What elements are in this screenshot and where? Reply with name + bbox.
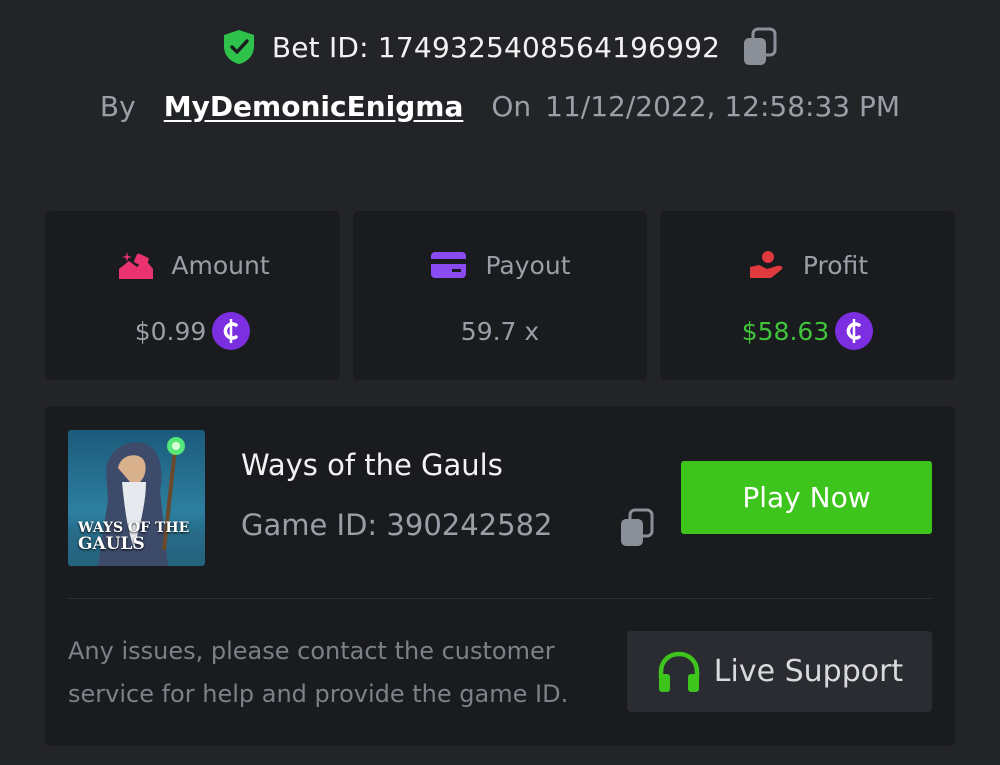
profit-value: $58.63 xyxy=(741,316,830,346)
play-now-button[interactable]: Play Now xyxy=(681,461,932,534)
payout-card: Payout 59.7 x xyxy=(353,211,647,380)
profit-card: Profit $58.63 xyxy=(660,211,955,380)
copy-game-id-button[interactable] xyxy=(619,508,655,548)
coin-icon xyxy=(835,312,874,350)
amount-card: Amount $0.99 xyxy=(45,211,340,380)
profit-label: Profit xyxy=(802,250,869,280)
copy-bet-id-button[interactable] xyxy=(742,27,778,67)
author-row: By MyDemonicEnigma On 11/12/2022, 12:58:… xyxy=(0,86,1000,126)
on-label: On xyxy=(491,89,532,123)
amount-label: Amount xyxy=(171,250,270,280)
game-id: Game ID: 390242582 xyxy=(241,508,553,542)
shield-check-icon xyxy=(222,29,256,65)
amount-value: $0.99 xyxy=(134,316,207,346)
copy-icon xyxy=(744,27,777,65)
coin-icon xyxy=(212,312,251,350)
card-icon xyxy=(429,249,469,281)
headphones-icon xyxy=(656,650,702,694)
copy-icon xyxy=(621,508,654,546)
game-thumbnail[interactable]: WAYS OF THE GAULS xyxy=(68,430,205,566)
game-panel: WAYS OF THE GAULS Ways of the Gauls Game… xyxy=(45,406,955,746)
live-support-label: Live Support xyxy=(713,654,904,689)
divider xyxy=(68,598,932,599)
amount-icon xyxy=(115,249,155,281)
bet-id-row: Bet ID: 1749325408564196992 xyxy=(0,26,1000,68)
username-link[interactable]: MyDemonicEnigma xyxy=(164,90,464,123)
bet-datetime: 11/12/2022, 12:58:33 PM xyxy=(545,89,901,123)
bet-id-text: Bet ID: 1749325408564196992 xyxy=(271,30,721,64)
payout-label: Payout xyxy=(485,250,571,280)
live-support-button[interactable]: Live Support xyxy=(627,631,932,712)
by-label: By xyxy=(99,89,136,123)
game-name: Ways of the Gauls xyxy=(241,448,503,482)
help-text: Any issues, please contact the customer … xyxy=(68,637,569,708)
profit-icon xyxy=(747,249,787,281)
payout-value: 59.7 x xyxy=(460,316,540,346)
thumbnail-title: WAYS OF THE GAULS xyxy=(78,520,190,554)
